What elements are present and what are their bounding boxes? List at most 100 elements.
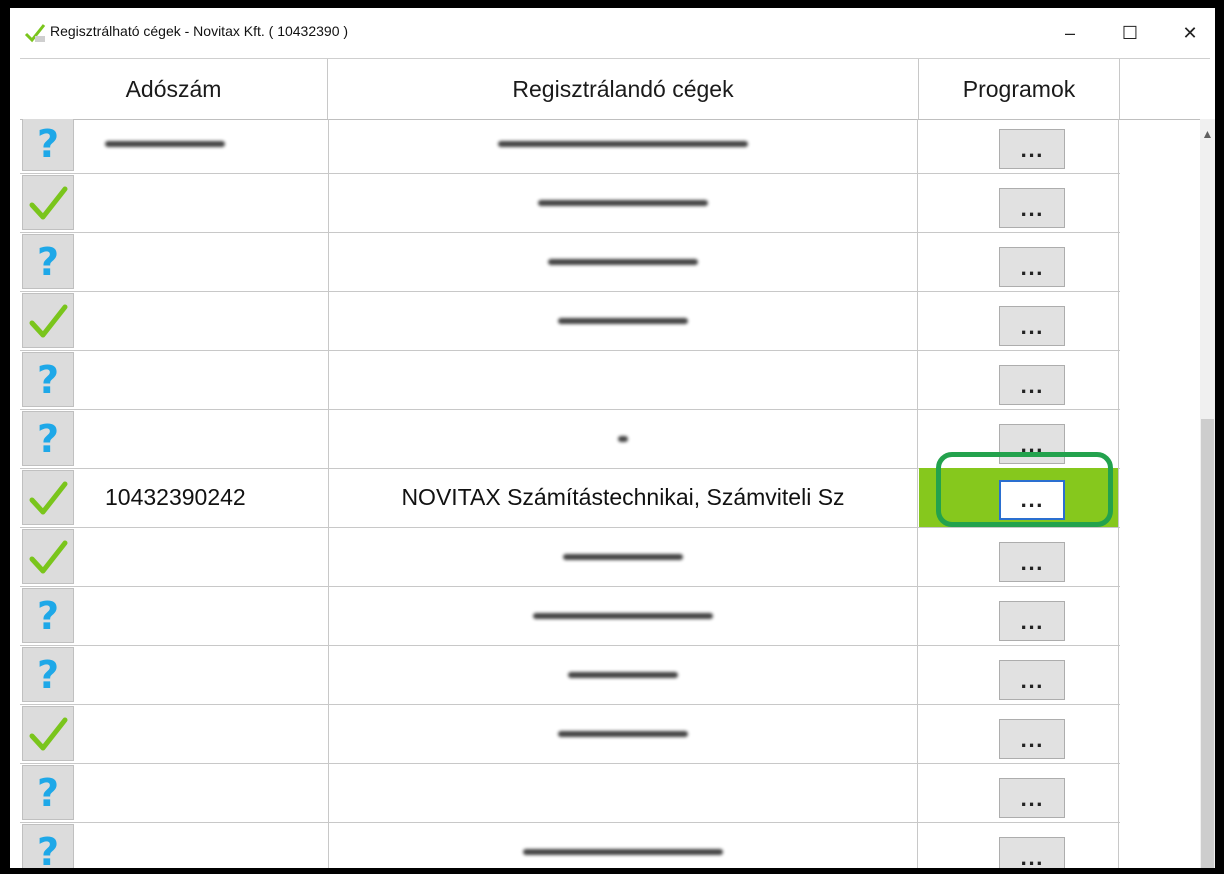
cell-programs: ... bbox=[919, 119, 1119, 173]
programs-button[interactable]: ... bbox=[999, 778, 1065, 818]
table-row[interactable]: ... bbox=[20, 291, 1120, 351]
question-mark-icon: ? bbox=[22, 234, 74, 289]
cell-programs: ... bbox=[919, 409, 1119, 468]
programs-button[interactable]: ... bbox=[999, 660, 1065, 700]
minimize-button[interactable]: – bbox=[1040, 8, 1100, 58]
cell-programs: ... bbox=[919, 704, 1119, 763]
redacted-text bbox=[548, 258, 698, 265]
programs-button[interactable]: ... bbox=[999, 306, 1065, 346]
table-row[interactable]: ?... bbox=[20, 586, 1120, 646]
programs-button[interactable]: ... bbox=[999, 542, 1065, 582]
table-row[interactable]: ... bbox=[20, 527, 1120, 587]
cell-adoszam bbox=[80, 645, 326, 704]
checkmark-icon bbox=[22, 470, 74, 525]
cell-adoszam bbox=[80, 350, 326, 409]
column-header-programok[interactable]: Programok bbox=[919, 59, 1120, 119]
cell-adoszam bbox=[80, 232, 326, 291]
cell-company-name bbox=[328, 704, 918, 763]
app-check-icon bbox=[24, 22, 46, 44]
redacted-text bbox=[105, 140, 225, 147]
cell-company-name bbox=[328, 763, 918, 822]
table-row[interactable]: ?... bbox=[20, 232, 1120, 292]
cell-adoszam bbox=[80, 822, 326, 868]
table-row[interactable]: ?... bbox=[20, 822, 1120, 868]
table-row[interactable]: ?... bbox=[20, 119, 1120, 174]
title-bar: Regisztrálható cégek - Novitax Kft. ( 10… bbox=[10, 8, 1215, 58]
vertical-scrollbar[interactable]: ▲ bbox=[1200, 119, 1215, 868]
cell-programs: ... bbox=[919, 763, 1119, 822]
column-header-filler bbox=[1120, 59, 1210, 119]
window-content: Regisztrálható cégek - Novitax Kft. ( 10… bbox=[10, 8, 1215, 868]
cell-company-name: NOVITAX Számítástechnikai, Számviteli Sz bbox=[328, 468, 918, 527]
redacted-text bbox=[558, 317, 688, 324]
question-mark-icon: ? bbox=[22, 588, 74, 643]
cell-adoszam bbox=[80, 291, 326, 350]
redacted-text bbox=[618, 435, 628, 442]
cell-programs: ... bbox=[919, 527, 1119, 586]
column-header-adoszam[interactable]: Adószám bbox=[20, 59, 328, 119]
redacted-text bbox=[523, 848, 723, 855]
table-row[interactable]: ... bbox=[20, 704, 1120, 764]
table-row[interactable]: ?... bbox=[20, 350, 1120, 410]
redacted-text bbox=[568, 671, 678, 678]
cell-company-name bbox=[328, 645, 918, 704]
cell-adoszam bbox=[80, 586, 326, 645]
question-mark-icon: ? bbox=[22, 647, 74, 702]
programs-button[interactable]: ... bbox=[999, 188, 1065, 228]
cell-company-name bbox=[328, 822, 918, 868]
scroll-thumb[interactable] bbox=[1201, 419, 1214, 868]
programs-button[interactable]: ... bbox=[999, 719, 1065, 759]
app-window: Regisztrálható cégek - Novitax Kft. ( 10… bbox=[0, 0, 1224, 874]
cell-programs: ... bbox=[919, 645, 1119, 704]
table-header: Adószám Regisztrálandó cégek Programok bbox=[20, 58, 1210, 120]
checkmark-icon bbox=[22, 706, 74, 761]
programs-button[interactable]: ... bbox=[999, 129, 1065, 169]
table-row[interactable]: ?... bbox=[20, 763, 1120, 823]
cell-programs: ... bbox=[919, 232, 1119, 291]
cell-company-name bbox=[328, 291, 918, 350]
redacted-text bbox=[533, 612, 713, 619]
cell-adoszam: 10432390242 bbox=[105, 484, 246, 510]
cell-company-name bbox=[328, 586, 918, 645]
cell-programs: ... bbox=[919, 468, 1119, 527]
cell-adoszam bbox=[80, 527, 326, 586]
cell-company-name bbox=[328, 527, 918, 586]
redacted-text bbox=[498, 140, 748, 147]
table-row[interactable]: ?... bbox=[20, 409, 1120, 469]
question-mark-icon: ? bbox=[22, 411, 74, 466]
cell-company-name bbox=[328, 173, 918, 232]
question-mark-icon: ? bbox=[22, 765, 74, 820]
cell-programs: ... bbox=[919, 586, 1119, 645]
question-mark-icon: ? bbox=[22, 352, 74, 407]
table-row[interactable]: 10432390242 NOVITAX Számítástechnikai, Sz… bbox=[20, 468, 1120, 528]
redacted-text bbox=[563, 553, 683, 560]
programs-button[interactable]: ... bbox=[999, 247, 1065, 287]
cell-company-name bbox=[328, 350, 918, 409]
redacted-text bbox=[558, 730, 688, 737]
programs-button[interactable]: ... bbox=[999, 601, 1065, 641]
table-row[interactable]: ?... bbox=[20, 645, 1120, 705]
checkmark-icon bbox=[22, 293, 74, 348]
cell-programs: ... bbox=[919, 291, 1119, 350]
programs-button[interactable]: ... bbox=[999, 837, 1065, 868]
programs-button[interactable]: ... bbox=[999, 424, 1065, 464]
question-mark-icon: ? bbox=[22, 824, 74, 868]
cell-adoszam bbox=[80, 704, 326, 763]
cell-adoszam bbox=[80, 173, 326, 232]
column-header-regisztralando-cegek[interactable]: Regisztrálandó cégek bbox=[328, 59, 919, 119]
cell-company-name bbox=[328, 409, 918, 468]
programs-button[interactable]: ... bbox=[999, 365, 1065, 405]
table-row[interactable]: ... bbox=[20, 173, 1120, 233]
cell-adoszam bbox=[80, 763, 326, 822]
maximize-button[interactable]: ☐ bbox=[1100, 8, 1160, 58]
scroll-up-arrow-icon[interactable]: ▲ bbox=[1200, 119, 1215, 149]
checkmark-icon bbox=[22, 175, 74, 230]
cell-programs: ... bbox=[919, 350, 1119, 409]
checkmark-icon bbox=[22, 529, 74, 584]
cell-company-name bbox=[328, 232, 918, 291]
programs-button[interactable]: ... bbox=[999, 480, 1065, 520]
question-mark-icon: ? bbox=[22, 119, 74, 171]
redacted-text bbox=[538, 199, 708, 206]
window-title: Regisztrálható cégek - Novitax Kft. ( 10… bbox=[50, 23, 349, 39]
close-button[interactable]: ✕ bbox=[1160, 8, 1215, 58]
